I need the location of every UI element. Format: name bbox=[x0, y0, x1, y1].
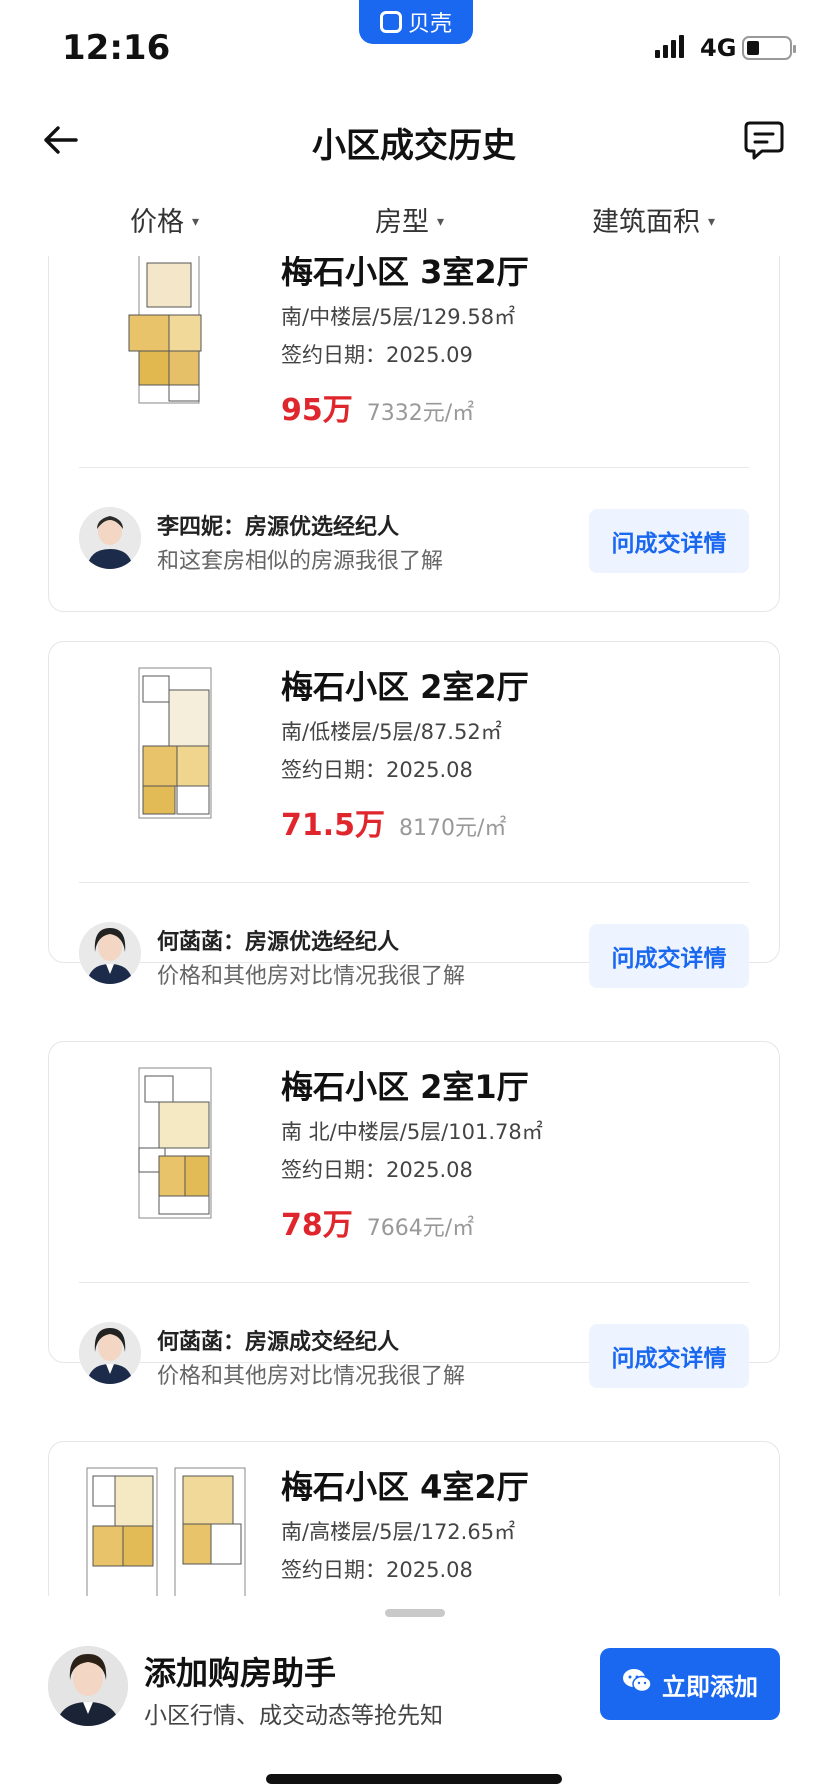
floorplan-image bbox=[79, 1460, 259, 1596]
listing-date: 签约日期：2025.08 bbox=[281, 1158, 473, 1182]
page-title: 小区成交历史 bbox=[312, 126, 516, 166]
unit-price: 8170元/㎡ bbox=[399, 816, 507, 841]
listing-title: 梅石小区 3室2厅 bbox=[281, 256, 529, 291]
unit-price: 7664元/㎡ bbox=[366, 1216, 475, 1241]
battery-icon bbox=[742, 36, 796, 60]
total-price: 71.5万 bbox=[281, 808, 386, 843]
list-item[interactable]: 梅石小区 3室2厅 南/中楼层/5层/129.58㎡ 签约日期：2025.09 … bbox=[48, 256, 780, 612]
floorplan-image bbox=[119, 660, 249, 820]
unit-price: 7332元/㎡ bbox=[366, 401, 475, 426]
status-time: 12:16 bbox=[62, 28, 171, 68]
filter-area[interactable]: 建筑面积 ▾ bbox=[592, 200, 715, 239]
filter-bar: 价格 ▾ 房型 ▾ 建筑面积 ▾ bbox=[0, 190, 828, 252]
list-item[interactable]: 梅石小区 2室1厅 南 北/中楼层/5层/101.78㎡ 签约日期：2025.0… bbox=[48, 1041, 780, 1389]
list-item[interactable]: 梅石小区 2室2厅 南/低楼层/5层/87.52㎡ 签约日期：2025.08 7… bbox=[48, 641, 780, 989]
list-item[interactable]: 梅石小区 4室2厅 南/高楼层/5层/172.65㎡ 签约日期：2025.08 bbox=[48, 1441, 780, 1596]
add-helper-label: 立即添加 bbox=[662, 1672, 758, 1701]
helper-title: 添加购房助手 bbox=[144, 1654, 337, 1692]
listing-date: 签约日期：2025.08 bbox=[281, 758, 473, 782]
divider bbox=[79, 1282, 749, 1283]
floorplan-image bbox=[119, 256, 249, 405]
helper-subtitle: 小区行情、成交动态等抢先知 bbox=[144, 1703, 443, 1729]
agent-avatar[interactable] bbox=[79, 1322, 141, 1384]
agent-name: 何菡菡：房源优选经纪人 bbox=[157, 930, 400, 955]
add-helper-button[interactable]: 立即添加 bbox=[600, 1648, 780, 1720]
agent-avatar[interactable] bbox=[79, 922, 141, 984]
agent-slogan: 价格和其他房对比情况我很了解 bbox=[157, 1364, 466, 1389]
app-indicator-pill[interactable]: 贝壳 bbox=[359, 0, 473, 44]
network-type: 4G bbox=[700, 34, 737, 62]
bottom-helper-bar: 添加购房助手 小区行情、成交动态等抢先知 立即添加 bbox=[0, 1620, 828, 1792]
listing-title: 梅石小区 2室1厅 bbox=[281, 1068, 529, 1106]
wechat-icon bbox=[622, 1668, 652, 1700]
floorplan-image bbox=[119, 1060, 249, 1220]
chevron-down-icon: ▾ bbox=[437, 213, 445, 230]
agent-name: 李四妮：房源优选经纪人 bbox=[157, 515, 400, 540]
total-price: 78万 bbox=[281, 1208, 353, 1243]
ask-deal-details-button[interactable]: 问成交详情 bbox=[589, 509, 749, 573]
signal-icon bbox=[655, 34, 684, 58]
agent-avatar[interactable] bbox=[79, 507, 141, 569]
ask-deal-details-button[interactable]: 问成交详情 bbox=[589, 1324, 749, 1388]
listing-desc: 南/高楼层/5层/172.65㎡ bbox=[281, 1520, 516, 1544]
filter-price[interactable]: 价格 ▾ bbox=[130, 200, 199, 239]
agent-name: 何菡菡：房源成交经纪人 bbox=[157, 1330, 400, 1355]
sheet-grabber[interactable] bbox=[385, 1609, 445, 1617]
total-price: 95万 bbox=[281, 393, 353, 428]
helper-avatar[interactable] bbox=[48, 1646, 128, 1726]
listing-date: 签约日期：2025.08 bbox=[281, 1558, 473, 1582]
filter-label: 价格 bbox=[130, 207, 184, 238]
ask-deal-details-button[interactable]: 问成交详情 bbox=[589, 924, 749, 988]
divider bbox=[79, 882, 749, 883]
price-row: 78万 7664元/㎡ bbox=[281, 1200, 474, 1244]
price-row: 71.5万 8170元/㎡ bbox=[281, 800, 506, 844]
agent-slogan: 价格和其他房对比情况我很了解 bbox=[157, 964, 466, 989]
listing-desc: 南/中楼层/5层/129.58㎡ bbox=[281, 305, 516, 329]
divider bbox=[79, 467, 749, 468]
message-icon[interactable] bbox=[742, 118, 786, 162]
listing-title: 梅石小区 2室2厅 bbox=[281, 668, 529, 706]
price-row: 95万 7332元/㎡ bbox=[281, 385, 474, 429]
listing-desc: 南 北/中楼层/5层/101.78㎡ bbox=[281, 1120, 543, 1144]
chevron-down-icon: ▾ bbox=[708, 213, 716, 230]
listing-desc: 南/低楼层/5层/87.52㎡ bbox=[281, 720, 502, 744]
agent-slogan: 和这套房相似的房源我很了解 bbox=[157, 549, 444, 574]
nav-bar: 小区成交历史 bbox=[0, 100, 828, 180]
filter-label: 房型 bbox=[375, 207, 429, 238]
status-bar: 12:16 贝壳 4G bbox=[0, 0, 828, 100]
beike-logo-icon bbox=[379, 11, 402, 33]
app-name: 贝壳 bbox=[407, 12, 452, 37]
chevron-down-icon: ▾ bbox=[192, 213, 200, 230]
home-indicator bbox=[266, 1774, 562, 1784]
listing-title: 梅石小区 4室2厅 bbox=[281, 1468, 529, 1506]
listing-date: 签约日期：2025.09 bbox=[281, 343, 473, 367]
deal-history-list[interactable]: 梅石小区 3室2厅 南/中楼层/5层/129.58㎡ 签约日期：2025.09 … bbox=[0, 256, 828, 1596]
filter-layout[interactable]: 房型 ▾ bbox=[375, 200, 444, 239]
filter-label: 建筑面积 bbox=[592, 207, 700, 238]
